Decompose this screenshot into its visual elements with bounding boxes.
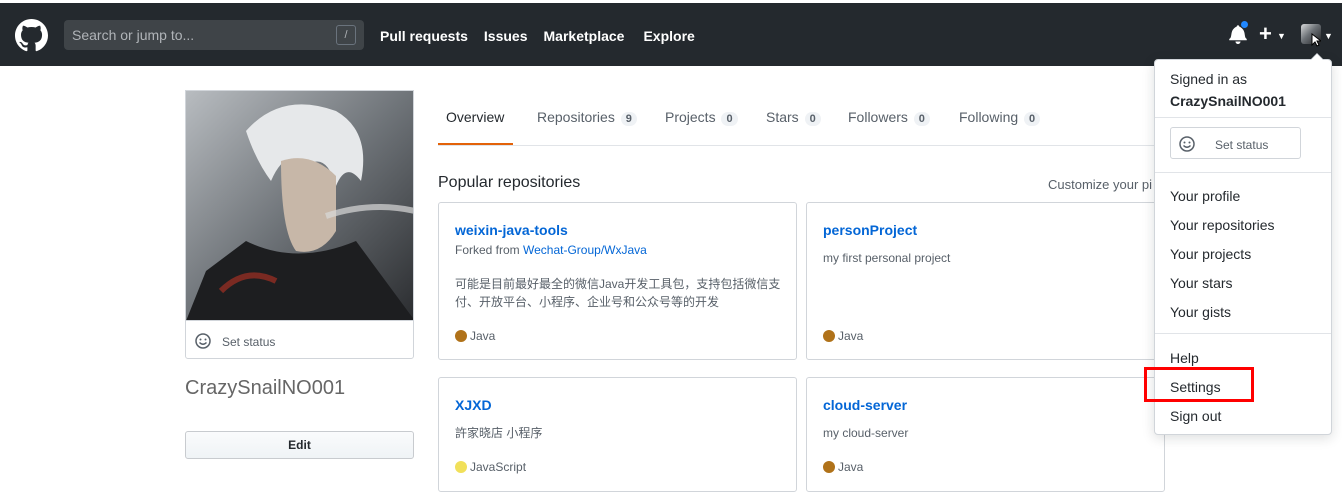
set-status-label: Set status: [1215, 138, 1269, 152]
settings-highlight-box: [1144, 367, 1254, 402]
caret-down-icon: ▼: [1277, 31, 1286, 41]
forked-from: Forked from Wechat-Group/WxJava: [455, 243, 647, 257]
repo-language: Java: [823, 329, 863, 343]
repo-language: JavaScript: [455, 460, 526, 474]
tab-followers[interactable]: Followers 0: [848, 109, 930, 126]
count-badge: 0: [1024, 112, 1041, 126]
menu-help[interactable]: Help: [1170, 350, 1199, 366]
tab-overview[interactable]: Overview: [446, 109, 504, 125]
repo-name-link[interactable]: weixin-java-tools: [455, 222, 568, 238]
repo-language: Java: [823, 460, 863, 474]
repo-description: 許家晓店 小程序: [455, 426, 543, 440]
repo-name-link[interactable]: personProject: [823, 222, 917, 238]
smiley-icon: [195, 333, 211, 349]
dropdown-arrow-inner: [1311, 54, 1323, 60]
tab-stars[interactable]: Stars 0: [766, 109, 821, 126]
repo-card: personProject my first personal project …: [806, 202, 1165, 360]
nav-explore[interactable]: Explore: [643, 28, 694, 44]
create-new-plus-icon[interactable]: +: [1259, 20, 1272, 48]
repo-card: XJXD 許家晓店 小程序 JavaScript: [438, 377, 797, 492]
customize-pins-link[interactable]: Customize your pi: [1048, 177, 1160, 192]
menu-your-stars[interactable]: Your stars: [1170, 275, 1233, 291]
tab-repositories[interactable]: Repositories 9: [537, 109, 637, 126]
avatar-illustration: [186, 91, 413, 320]
repo-card: weixin-java-tools Forked from Wechat-Gro…: [438, 202, 797, 360]
active-tab-underline: [438, 143, 513, 145]
profile-username: CrazySnailNO001: [185, 377, 346, 399]
language-color-dot: [455, 330, 467, 342]
search-box: /: [64, 20, 364, 50]
language-color-dot: [823, 461, 835, 473]
divider: [1155, 333, 1331, 334]
menu-sign-out[interactable]: Sign out: [1170, 408, 1221, 424]
nav-marketplace[interactable]: Marketplace: [544, 28, 625, 44]
repo-description: my cloud-server: [823, 426, 909, 440]
repo-card: cloud-server my cloud-server Java: [806, 377, 1165, 492]
divider: [1155, 172, 1331, 173]
repo-description: 可能是目前最好最全的微信Java开发工具包，支持包括微信支付、开放平台、小程序、…: [455, 277, 781, 309]
caret-down-icon: ▼: [1324, 31, 1333, 41]
language-color-dot: [823, 330, 835, 342]
count-badge: 9: [620, 112, 637, 126]
popular-repos-title: Popular repositories: [438, 174, 581, 191]
dropdown-set-status-button[interactable]: Set status: [1170, 127, 1301, 159]
set-status-label: Set status: [222, 335, 276, 349]
signed-in-username: CrazySnailNO001: [1170, 93, 1286, 109]
repo-language: Java: [455, 329, 495, 343]
repo-name-link[interactable]: XJXD: [455, 397, 492, 413]
search-input[interactable]: [64, 20, 334, 50]
count-badge: 0: [913, 112, 930, 126]
tab-projects[interactable]: Projects 0: [665, 109, 738, 126]
profile-avatar[interactable]: [185, 90, 414, 320]
repo-name-link[interactable]: cloud-server: [823, 397, 907, 413]
forked-source-link[interactable]: Wechat-Group/WxJava: [523, 243, 647, 257]
top-header: / Pull requests Issues Marketplace Explo…: [0, 0, 1342, 66]
menu-your-projects[interactable]: Your projects: [1170, 246, 1251, 262]
slash-shortcut-key: /: [336, 25, 356, 45]
nav-pull-requests[interactable]: Pull requests: [380, 28, 468, 44]
language-color-dot: [455, 461, 467, 473]
profile-tabs: Overview Repositories 9 Projects 0 Stars…: [438, 97, 1165, 146]
nav-issues[interactable]: Issues: [484, 28, 528, 44]
set-status-button[interactable]: Set status: [185, 320, 414, 359]
edit-profile-button[interactable]: Edit: [185, 431, 414, 459]
count-badge: 0: [804, 112, 821, 126]
mouse-cursor-icon: [1311, 33, 1321, 47]
count-badge: 0: [721, 112, 738, 126]
notification-unread-dot: [1240, 20, 1249, 29]
signed-in-label: Signed in as: [1170, 71, 1248, 87]
divider: [1155, 117, 1331, 118]
tab-following[interactable]: Following 0: [959, 109, 1041, 126]
menu-your-repositories[interactable]: Your repositories: [1170, 217, 1275, 233]
smiley-icon: [1179, 136, 1195, 152]
menu-your-profile[interactable]: Your profile: [1170, 188, 1240, 204]
repo-description: my first personal project: [823, 251, 951, 265]
menu-your-gists[interactable]: Your gists: [1170, 304, 1231, 320]
main-nav: Pull requests Issues Marketplace Explore: [380, 28, 711, 44]
github-logo-icon[interactable]: [15, 19, 48, 52]
